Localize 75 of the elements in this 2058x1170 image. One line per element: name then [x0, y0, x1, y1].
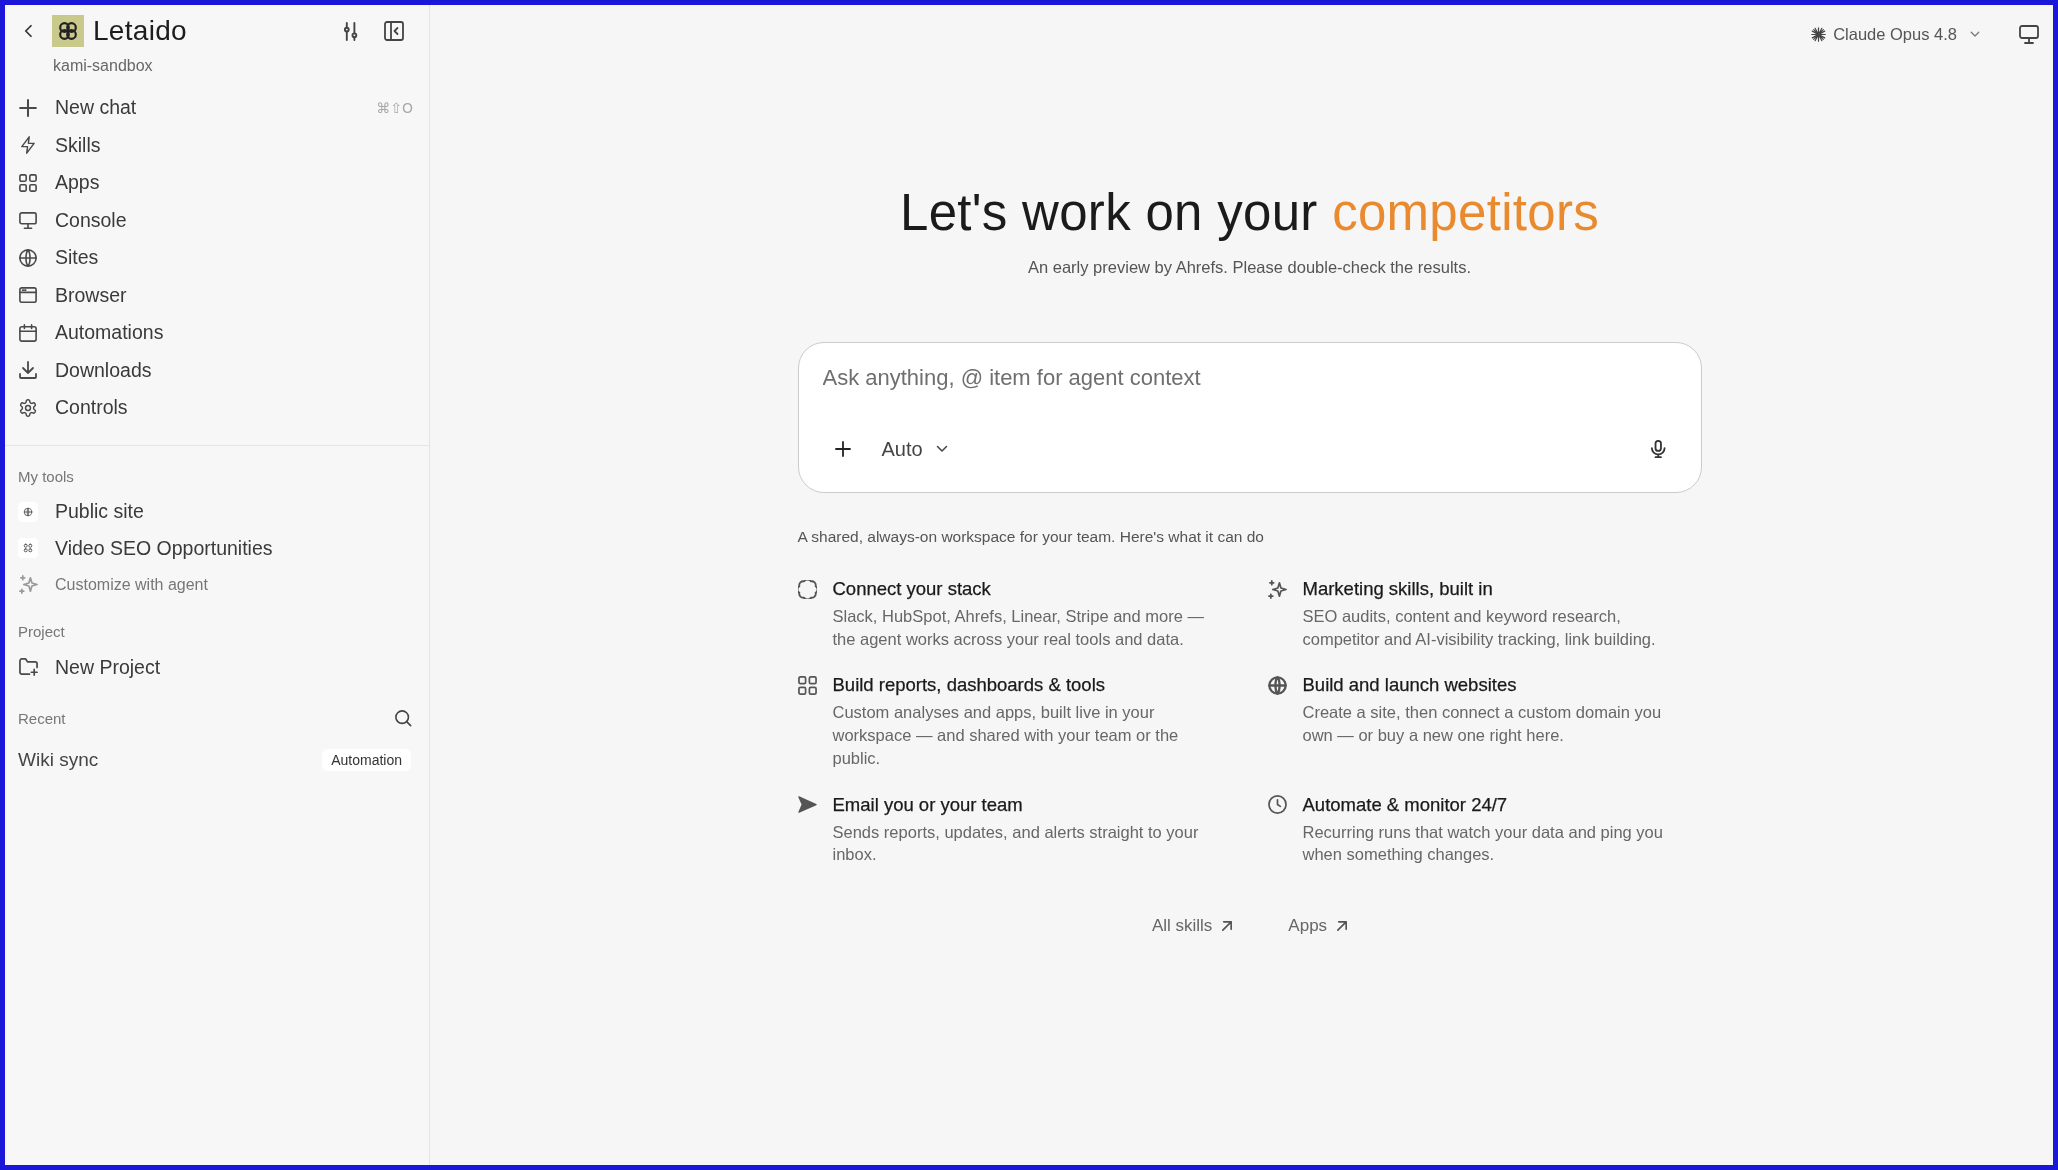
- arrow-up-right-icon: [1337, 920, 1348, 931]
- nav-item[interactable]: New chat: [18, 91, 137, 124]
- external-link[interactable]: All skills: [1151, 915, 1233, 936]
- grid-icon: [18, 538, 38, 559]
- lightning-icon: [20, 136, 36, 155]
- feature-description: SEO audits, content and keyword research, competitor and AI-visibility tracking, link building.: [1302, 606, 1657, 650]
- sparkles-icon: [1268, 579, 1287, 599]
- brand-name: Letaido: [93, 14, 187, 48]
- nav-item[interactable]: Console: [18, 204, 127, 237]
- feature-title: Connect your stack: [832, 577, 992, 601]
- display-button[interactable]: [2018, 23, 2040, 45]
- gear-icon: [19, 398, 37, 417]
- feature-title: Build reports, dashboards & tools: [832, 673, 1106, 698]
- search-button[interactable]: [394, 709, 412, 728]
- collapse-sidebar-button[interactable]: [382, 19, 406, 43]
- globe-icon: [1268, 675, 1287, 695]
- sidebar-toggle-icon: [384, 21, 404, 41]
- recent-chat-item[interactable]: Wiki sync: [18, 748, 99, 771]
- type-tag: Automation: [322, 748, 411, 771]
- model-selector[interactable]: Claude Opus 4.8: [1811, 24, 1980, 44]
- flower-logo-icon: [52, 15, 84, 47]
- nav-item[interactable]: Sites: [18, 241, 99, 274]
- folder-plus-icon: [18, 658, 38, 677]
- download-icon: [19, 361, 37, 380]
- nav-item[interactable]: Browser: [18, 279, 127, 312]
- feature-title: Automate & monitor 24/7: [1302, 792, 1509, 817]
- feature-description: Sends reports, updates, and alerts straight to your inbox.: [832, 821, 1200, 866]
- feature-description: Create a site, then connect a custom domain you own — or buy a new one right here.: [1302, 702, 1663, 747]
- plus-icon: [19, 98, 37, 117]
- feature-description: Slack, HubSpot, Ahrefs, Linear, Stripe and more — the agent works across your real tools and data.: [832, 606, 1205, 650]
- tool-item[interactable]: Public site: [18, 495, 144, 528]
- chevron-left-icon: [23, 24, 33, 38]
- section-heading: My tools: [18, 466, 74, 487]
- feature-description: Custom analyses and apps, built live in your workspace — and shared with your team or the public.: [832, 702, 1180, 769]
- send-icon: [798, 795, 817, 814]
- page-subtitle: An early preview by Ahrefs. Please double-check the results.: [1027, 257, 1472, 277]
- feature-title: Build and launch websites: [1302, 673, 1518, 698]
- monitor-icon: [19, 211, 37, 229]
- search-icon: [394, 710, 412, 727]
- project-item[interactable]: New Project: [18, 651, 161, 684]
- workspace-intro: A shared, always-on workspace for your team. Here's what it can do: [797, 527, 1265, 547]
- grid-icon: [798, 675, 817, 695]
- workspace-name: kami-sandbox: [53, 56, 153, 76]
- feature-description: Recurring runs that watch your data and ping you when something changes.: [1302, 821, 1664, 866]
- sliders-icon: [343, 21, 359, 41]
- sparkles-icon: [18, 575, 38, 595]
- nav-item[interactable]: Controls: [18, 391, 128, 424]
- calendar-icon: [19, 323, 37, 342]
- globe-icon: [18, 501, 38, 522]
- page-heading: Let's work on your competitors: [898, 183, 1601, 243]
- grid-icon: [19, 173, 37, 192]
- asterisk-icon: [1811, 26, 1827, 42]
- browser-window-icon: [19, 287, 37, 304]
- globe-icon: [19, 248, 37, 267]
- plus-icon: [834, 441, 851, 457]
- nav-item[interactable]: Apps: [18, 166, 100, 199]
- chevron-down-icon: [1970, 30, 1980, 38]
- clock-icon: [1268, 795, 1287, 814]
- mode-dropdown[interactable]: Auto: [873, 433, 956, 465]
- nav-item[interactable]: Skills: [18, 129, 101, 162]
- feature-title: Email you or your team: [832, 792, 1024, 817]
- customize-link[interactable]: Customize with agent: [18, 568, 208, 601]
- feature-title: Marketing skills, built in: [1302, 577, 1494, 601]
- nav-item[interactable]: Downloads: [18, 354, 152, 387]
- arrow-up-right-icon: [1222, 920, 1233, 931]
- chevron-down-icon: [935, 445, 948, 453]
- monitor-icon: [2019, 24, 2039, 44]
- section-heading: Recent: [18, 708, 66, 729]
- tool-item[interactable]: Video SEO Opportunities: [18, 532, 273, 565]
- prompt-input[interactable]: Ask anything, @ item for agent context: [822, 364, 1677, 392]
- keyboard-shortcut: ⌘⇧O: [376, 99, 413, 116]
- microphone-icon: [1651, 439, 1666, 459]
- section-heading: Project: [18, 622, 65, 642]
- external-link[interactable]: Apps: [1288, 915, 1348, 936]
- nav-item[interactable]: Automations: [18, 316, 164, 349]
